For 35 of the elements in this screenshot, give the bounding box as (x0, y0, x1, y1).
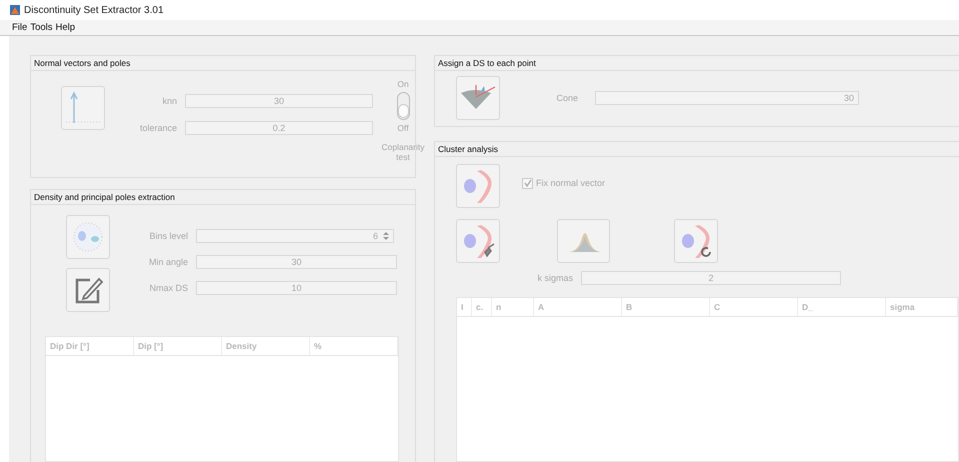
spinner-arrows-icon (383, 231, 389, 241)
column-header: C (710, 298, 798, 316)
field-label: tolerance (138, 123, 177, 133)
field-label: Bins level (148, 231, 188, 241)
column-header: Density (222, 337, 310, 355)
menu-item[interactable]: Tools (30, 22, 52, 33)
switch-caption: Coplanarity test (381, 142, 425, 162)
switch-on-label: On (397, 79, 409, 89)
column-header: sigma (886, 298, 958, 316)
menu-item[interactable]: File (12, 22, 28, 33)
checkbox-label: Fix normal vector (536, 178, 606, 188)
column-header: Dip Dir [°] (46, 337, 134, 355)
app-icon (10, 5, 20, 15)
field-label: Nmax DS (148, 283, 188, 293)
cluster-refresh-icon (679, 222, 713, 260)
cluster-clean-icon (461, 222, 495, 260)
column-header: D_ (798, 298, 886, 316)
column-header: A (534, 298, 622, 316)
menu-item[interactable]: Help (56, 22, 76, 33)
panel-title: Normal vectors and poles (34, 58, 130, 68)
field-label: k sigmas (536, 273, 573, 283)
panel-title: Assign a DS to each point (438, 58, 536, 68)
panel-title: Density and principal poles extraction (34, 192, 175, 202)
field-label: Cone (555, 93, 578, 103)
column-header: c. (472, 298, 492, 316)
switch-off-label: Off (397, 123, 409, 133)
column-header: I (457, 298, 472, 316)
panel-title: Cluster analysis (438, 144, 498, 154)
column-header: % (310, 337, 398, 355)
field-label: knn (161, 96, 177, 106)
column-header: n (492, 298, 534, 316)
window-title: Discontinuity Set Extractor 3.01 (24, 4, 164, 16)
column-header: Dip [°] (134, 337, 222, 355)
column-header: B (622, 298, 710, 316)
field-label: Min angle (148, 257, 188, 267)
